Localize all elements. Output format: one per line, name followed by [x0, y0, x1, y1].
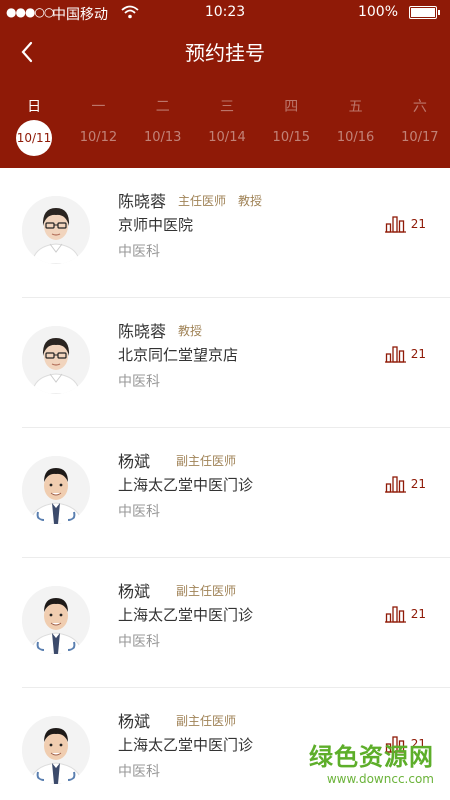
count-value: 21: [410, 347, 426, 361]
date-item[interactable]: 10/12: [68, 120, 128, 156]
doctor-row[interactable]: 杨斌 副主任医师上海太乙堂中医门诊 中医科 21: [22, 558, 450, 688]
department-name: 中医科: [118, 374, 160, 390]
appointment-count: 21: [384, 475, 426, 493]
doctor-title-tag: 教授: [178, 324, 203, 338]
doctor-name: 陈晓蓉: [118, 322, 167, 341]
weekday-label: 二: [155, 99, 170, 115]
doctor-title-tag: 副主任医师: [176, 584, 237, 598]
doctor-name: 杨斌: [118, 712, 151, 731]
hospital-name: 京师中医院: [118, 216, 194, 234]
doctor-title-tag: 主任医师: [178, 194, 227, 208]
weekday-label: 一: [91, 99, 106, 115]
doctor-row[interactable]: 陈晓蓉 教授北京同仁堂望京店 中医科 21: [22, 298, 450, 428]
status-bar: ●●●○○ 中国移动 10:23 100%: [0, 0, 450, 26]
count-value: 21: [410, 607, 426, 621]
weekday-label: 三: [220, 99, 234, 115]
department-name: 中医科: [118, 244, 160, 260]
doctor-avatar: [22, 196, 90, 264]
doctor-row[interactable]: 陈晓蓉 主任医师 教授京师中医院中医科 21: [22, 168, 450, 298]
date-item[interactable]: 10/14: [197, 120, 257, 156]
date-item[interactable]: 10/13: [133, 120, 193, 156]
date-item[interactable]: 10/15: [261, 120, 321, 156]
nav-bar: 预约挂号: [0, 28, 450, 74]
doctor-avatar: [22, 716, 90, 784]
weekday-label: 六: [412, 99, 427, 115]
hospital-name: 上海太乙堂中医门诊: [118, 736, 254, 754]
doctor-list: 陈晓蓉 主任医师 教授 京师中医院 中医科 21 陈晓蓉 教授 北京同仁堂望京店 中医科 21 杨斌副…: [0, 168, 450, 800]
battery-icon: [409, 6, 440, 19]
appointment-count: 21: [384, 605, 426, 623]
watermark-title: 绿色资源网: [309, 743, 434, 771]
bar-chart-icon: [384, 216, 406, 233]
weekday-label: 日: [27, 99, 42, 115]
doctor-title-tag: 副主任医师: [176, 714, 237, 728]
bar-chart-icon: [384, 346, 406, 363]
appointment-count: 21: [384, 345, 426, 363]
department-name: 中医科: [118, 504, 160, 520]
doctor-row[interactable]: 杨斌 副主任医师上海太乙堂中医门诊 中医科 21: [22, 428, 450, 558]
count-value: 21: [410, 217, 426, 231]
bar-chart-icon: [384, 476, 406, 493]
date-selector: 10/11 10/12 10/13 10/14 10/15 10/16 10/17: [0, 120, 450, 156]
doctor-title-tag: 教授: [238, 194, 263, 208]
hospital-name: 上海太乙堂中医门诊: [118, 476, 254, 494]
watermark-url: www.downcc.com: [326, 772, 434, 786]
weekday-label: 四: [284, 99, 299, 115]
header: ●●●○○ 中国移动 10:23 100% 预约挂号 日 一 二 三 四 五 六 10/11…: [0, 0, 450, 168]
doctor-avatar: [22, 456, 90, 524]
department-name: 中医科: [118, 634, 160, 650]
bar-chart-icon: [384, 606, 406, 623]
doctor-title-tag: 副主任医师: [176, 454, 237, 468]
weekday-row: 日一二三四五六: [0, 96, 450, 116]
page-title: 预约挂号: [185, 41, 265, 65]
department-name: 中医科: [118, 764, 160, 780]
hospital-name: 北京同仁堂望京店: [118, 346, 239, 364]
date-item[interactable]: 10/16: [326, 120, 386, 156]
battery-percent: 100%: [357, 4, 398, 20]
date-item-selected[interactable]: 10/11: [16, 120, 52, 156]
watermark: 绿色资源网 www.downcc.com: [309, 737, 434, 786]
hospital-name: 上海太乙堂中医门诊: [118, 606, 254, 624]
doctor-avatar: [22, 326, 90, 394]
doctor-avatar: [22, 586, 90, 654]
doctor-name: 杨斌: [118, 452, 151, 471]
count-value: 21: [410, 477, 426, 491]
appointment-count: 21: [384, 215, 426, 233]
doctor-name: 陈晓蓉: [118, 192, 167, 211]
doctor-name: 杨斌: [118, 582, 151, 601]
date-item[interactable]: 10/17: [390, 120, 450, 156]
weekday-label: 五: [348, 99, 363, 115]
